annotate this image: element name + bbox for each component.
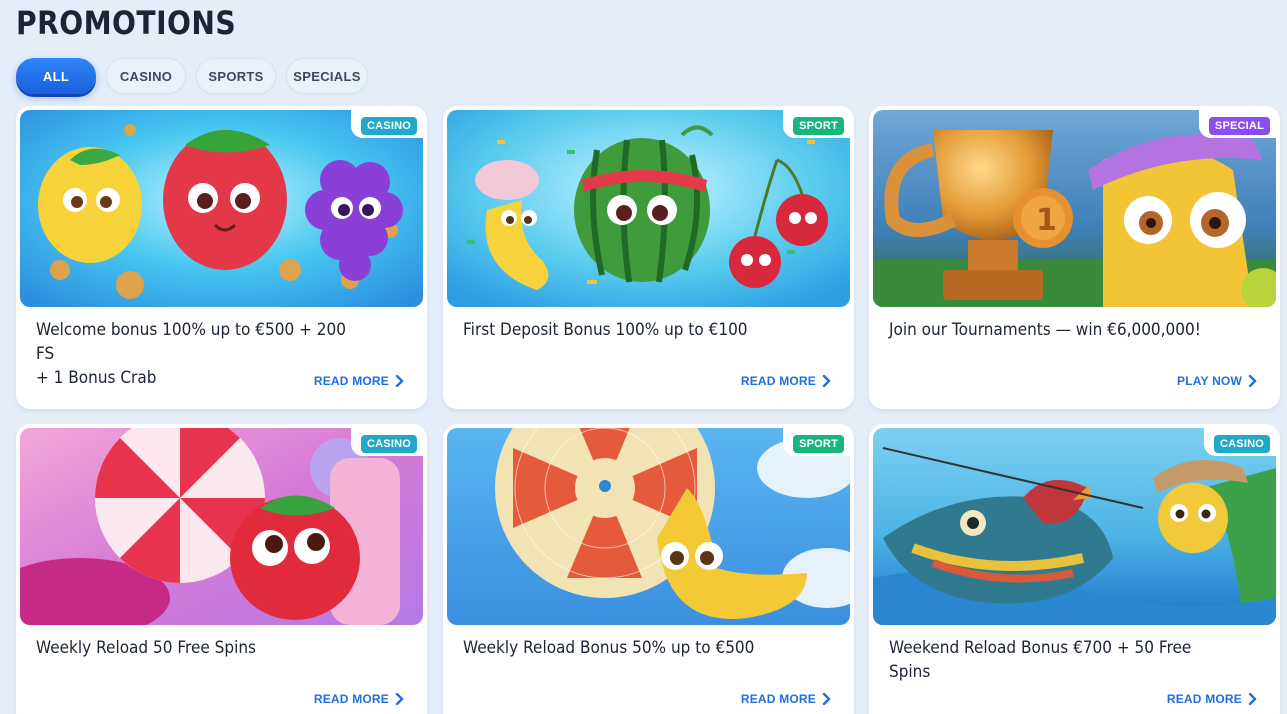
promo-card-tournaments[interactable]: 1 SPECIAL Join our Tournaments — win €6,…	[869, 106, 1280, 409]
filter-tabs: ALL CASINO SPORTS SPECIALS	[16, 58, 368, 94]
filter-all[interactable]: ALL	[16, 58, 96, 94]
chevron-right-icon	[822, 375, 831, 387]
promo-card-welcome[interactable]: CASINO Welcome bonus 100% up to €500 + 2…	[16, 106, 427, 409]
category-badge: CASINO	[1204, 428, 1276, 456]
read-more-link[interactable]: READ MORE	[314, 374, 405, 388]
read-more-link[interactable]: READ MORE	[1167, 692, 1258, 706]
promo-image-fishing	[873, 428, 1276, 625]
promo-image-watermelon	[447, 110, 850, 307]
category-badge: SPORT	[783, 110, 850, 138]
category-badge: SPECIAL	[1198, 110, 1276, 138]
read-more-link[interactable]: READ MORE	[741, 374, 832, 388]
play-now-link[interactable]: PLAY NOW	[1177, 374, 1258, 388]
category-badge: CASINO	[351, 110, 423, 138]
promo-card-weekend-reload[interactable]: CASINO Weekend Reload Bonus €700 + 50 Fr…	[869, 424, 1280, 714]
svg-text:1: 1	[1036, 203, 1057, 238]
promo-title: Welcome bonus 100% up to €500 + 200 FS +…	[36, 320, 346, 388]
promo-card-weekly-reload-bonus[interactable]: SPORT Weekly Reload Bonus 50% up to €500…	[443, 424, 854, 714]
read-more-link[interactable]: READ MORE	[741, 692, 832, 706]
promo-image-candy	[20, 428, 423, 625]
filter-casino[interactable]: CASINO	[106, 58, 186, 94]
promo-title: First Deposit Bonus 100% up to €100	[463, 320, 748, 340]
promo-title: Weekly Reload Bonus 50% up to €500	[463, 638, 755, 658]
promo-title: Weekend Reload Bonus €700 + 50 Free Spin…	[889, 638, 1192, 682]
chevron-right-icon	[1248, 375, 1257, 387]
promo-card-first-deposit[interactable]: SPORT First Deposit Bonus 100% up to €10…	[443, 106, 854, 409]
filter-sports[interactable]: SPORTS	[196, 58, 276, 94]
read-more-link[interactable]: READ MORE	[314, 692, 405, 706]
promo-image-trophy: 1	[873, 110, 1276, 307]
promo-image-fruits	[20, 110, 423, 307]
chevron-right-icon	[395, 693, 404, 705]
promo-title: Weekly Reload 50 Free Spins	[36, 638, 257, 658]
category-badge: SPORT	[783, 428, 850, 456]
filter-specials[interactable]: SPECIALS	[286, 58, 368, 94]
promo-image-parachute	[447, 428, 850, 625]
chevron-right-icon	[822, 693, 831, 705]
page-title: PROMOTIONS	[16, 4, 237, 42]
chevron-right-icon	[1248, 693, 1257, 705]
category-badge: CASINO	[351, 428, 423, 456]
promo-card-weekly-reload-spins[interactable]: CASINO Weekly Reload 50 Free Spins READ …	[16, 424, 427, 714]
chevron-right-icon	[395, 375, 404, 387]
promo-title: Join our Tournaments — win €6,000,000!	[889, 320, 1201, 340]
